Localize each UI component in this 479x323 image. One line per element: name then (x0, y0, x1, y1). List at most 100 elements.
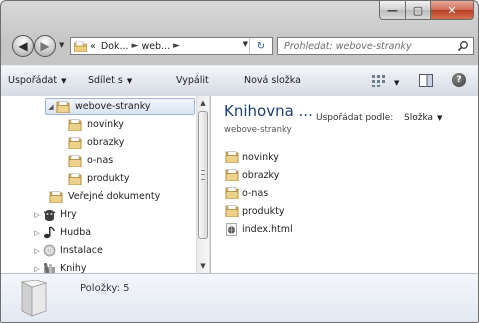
list-item-novinky[interactable]: novinky (225, 149, 279, 165)
folder-icon (49, 190, 63, 203)
tree-item-hudba[interactable]: ▷ Hudba (32, 224, 91, 241)
list-item-index-html[interactable]: index.html (225, 221, 293, 237)
expand-arrow-icon[interactable]: ▷ (32, 265, 42, 273)
folder-icon (18, 279, 50, 321)
forward-arrow-icon: ▶ (40, 39, 50, 53)
refresh-icon: ↻ (256, 40, 266, 52)
breadcrumb-separator[interactable]: ► (132, 41, 139, 51)
command-bar: Uspořádat ▼ Sdílet s ▼ Vypálit Nová složka… (1, 65, 478, 97)
tree-item-webove-stranky[interactable]: ◢ webove-stranky (45, 98, 195, 115)
share-with-button[interactable]: Sdílet s ▼ (88, 75, 132, 86)
content-pane: Knihovna ... webove-stranky Uspořádat po… (211, 96, 478, 273)
organize-label: Uspořádat (8, 75, 58, 86)
burn-button[interactable]: Vypálit (176, 75, 209, 86)
tree-item-hry[interactable]: ▷ Hry (32, 206, 77, 223)
folder-icon (74, 40, 88, 52)
music-icon (42, 226, 56, 240)
recent-pages-dropdown[interactable]: ▼ (59, 41, 64, 49)
tree-item-novinky[interactable]: novinky (68, 116, 124, 133)
list-item-produkty[interactable]: produkty (225, 203, 284, 219)
tree-item-label: novinky (87, 119, 124, 130)
change-view-button[interactable]: ▼ (372, 75, 399, 90)
games-icon (42, 208, 56, 222)
list-item-label: novinky (242, 151, 279, 163)
list-item-o-nas[interactable]: o-nas (225, 185, 268, 201)
html-file-icon (225, 223, 239, 236)
navigation-scrollbar[interactable]: ▲ ▼ (196, 96, 210, 273)
folder-icon (68, 154, 82, 167)
list-item-label: index.html (242, 223, 293, 235)
search-icon[interactable] (457, 40, 469, 55)
close-button[interactable]: ✕ (431, 1, 474, 20)
minimize-button[interactable]: — (379, 1, 406, 20)
address-dropdown-icon[interactable]: ▼ (243, 40, 248, 48)
arrange-by-label: Uspořádat podle: (316, 113, 394, 123)
help-button[interactable]: ? (452, 73, 466, 87)
expand-arrow-icon[interactable]: ▷ (32, 247, 42, 255)
share-with-label: Sdílet s (88, 75, 123, 86)
tree-item-label: Instalace (60, 245, 103, 256)
scrollbar-thumb[interactable] (198, 111, 208, 239)
scroll-down-icon[interactable]: ▼ (197, 259, 209, 273)
preview-pane-button[interactable] (419, 74, 433, 90)
arrange-by-dropdown[interactable]: Složka ▼ (404, 113, 442, 123)
search-input[interactable]: Prohledat: webove-stranky (277, 37, 474, 55)
chevron-down-icon: ▼ (61, 77, 67, 85)
tree-item-label: webove-stranky (75, 101, 151, 112)
disc-icon (42, 244, 56, 258)
organize-button[interactable]: Uspořádat ▼ (8, 75, 66, 86)
tree-item-label: Hudba (60, 227, 92, 238)
folder-icon (56, 100, 70, 113)
view-options-icon (372, 75, 386, 90)
folder-icon (225, 169, 239, 181)
address-bar[interactable]: « Dok... ► web... ► ▼ ↻ (70, 37, 273, 55)
tree-item-obrazky[interactable]: obrazky (68, 134, 124, 151)
tree-item-produkty[interactable]: produkty (68, 170, 129, 187)
tree-item-label: Veřejné dokumenty (68, 191, 161, 202)
tree-item-o-nas[interactable]: o-nas (68, 152, 113, 169)
list-item-label: produkty (242, 205, 285, 217)
tree-item-label: obrazky (87, 137, 125, 148)
library-subtitle: webove-stranky (224, 125, 292, 135)
breadcrumb-overflow[interactable]: « (90, 41, 96, 52)
explorer-window: — ▢ ✕ ◀ ▶ ▼ « Dok... ► web... ► ▼ ↻ Proh… (0, 0, 479, 323)
tree-item-instalace[interactable]: ▷ Instalace (32, 242, 103, 259)
breadcrumb-separator[interactable]: ► (173, 41, 180, 51)
tree-item-label: Hry (60, 209, 77, 220)
item-count: Položky: 5 (80, 283, 130, 294)
folder-icon (68, 172, 82, 185)
folder-icon (68, 118, 82, 131)
breadcrumb-webove-stranky[interactable]: web... (141, 41, 170, 52)
chevron-down-icon: ▼ (126, 77, 133, 85)
list-item-obrazky[interactable]: obrazky (225, 167, 279, 183)
chevron-down-icon: ▼ (437, 114, 443, 122)
grip-icon (201, 170, 205, 180)
navigation-bar: ◀ ▶ ▼ « Dok... ► web... ► ▼ ↻ Prohledat:… (1, 33, 478, 59)
list-item-label: obrazky (242, 169, 280, 181)
chevron-down-icon: ▼ (394, 78, 400, 87)
folder-icon (68, 136, 82, 149)
forward-button[interactable]: ▶ (34, 35, 56, 57)
back-arrow-icon: ◀ (18, 39, 28, 53)
collapse-arrow-icon[interactable]: ◢ (46, 103, 56, 111)
list-item-label: o-nas (242, 187, 269, 199)
tree-item-label: o-nas (87, 155, 114, 166)
maximize-button[interactable]: ▢ (406, 1, 431, 20)
library-title: Knihovna ... (224, 102, 313, 120)
window-controls: — ▢ ✕ (379, 1, 474, 20)
folder-icon (225, 151, 239, 163)
breadcrumb-dokumenty[interactable]: Dok... (101, 41, 129, 52)
refresh-button[interactable]: ↻ (249, 38, 272, 54)
expand-arrow-icon[interactable]: ▷ (32, 211, 42, 219)
tree-item-label: produkty (87, 173, 130, 184)
folder-icon (225, 205, 239, 217)
search-placeholder: Prohledat: webove-stranky (284, 40, 412, 52)
expand-arrow-icon[interactable]: ▷ (32, 229, 42, 237)
back-button[interactable]: ◀ (12, 35, 34, 57)
new-folder-button[interactable]: Nová složka (244, 75, 301, 86)
details-pane: Položky: 5 (1, 273, 478, 322)
arrange-by-value: Složka (404, 113, 434, 123)
navigation-pane: ◢ webove-stranky novinky obrazky o-nas p… (1, 96, 197, 274)
tree-item-verejne-dokumenty[interactable]: Veřejné dokumenty (49, 188, 160, 205)
scroll-up-icon[interactable]: ▲ (197, 96, 209, 110)
